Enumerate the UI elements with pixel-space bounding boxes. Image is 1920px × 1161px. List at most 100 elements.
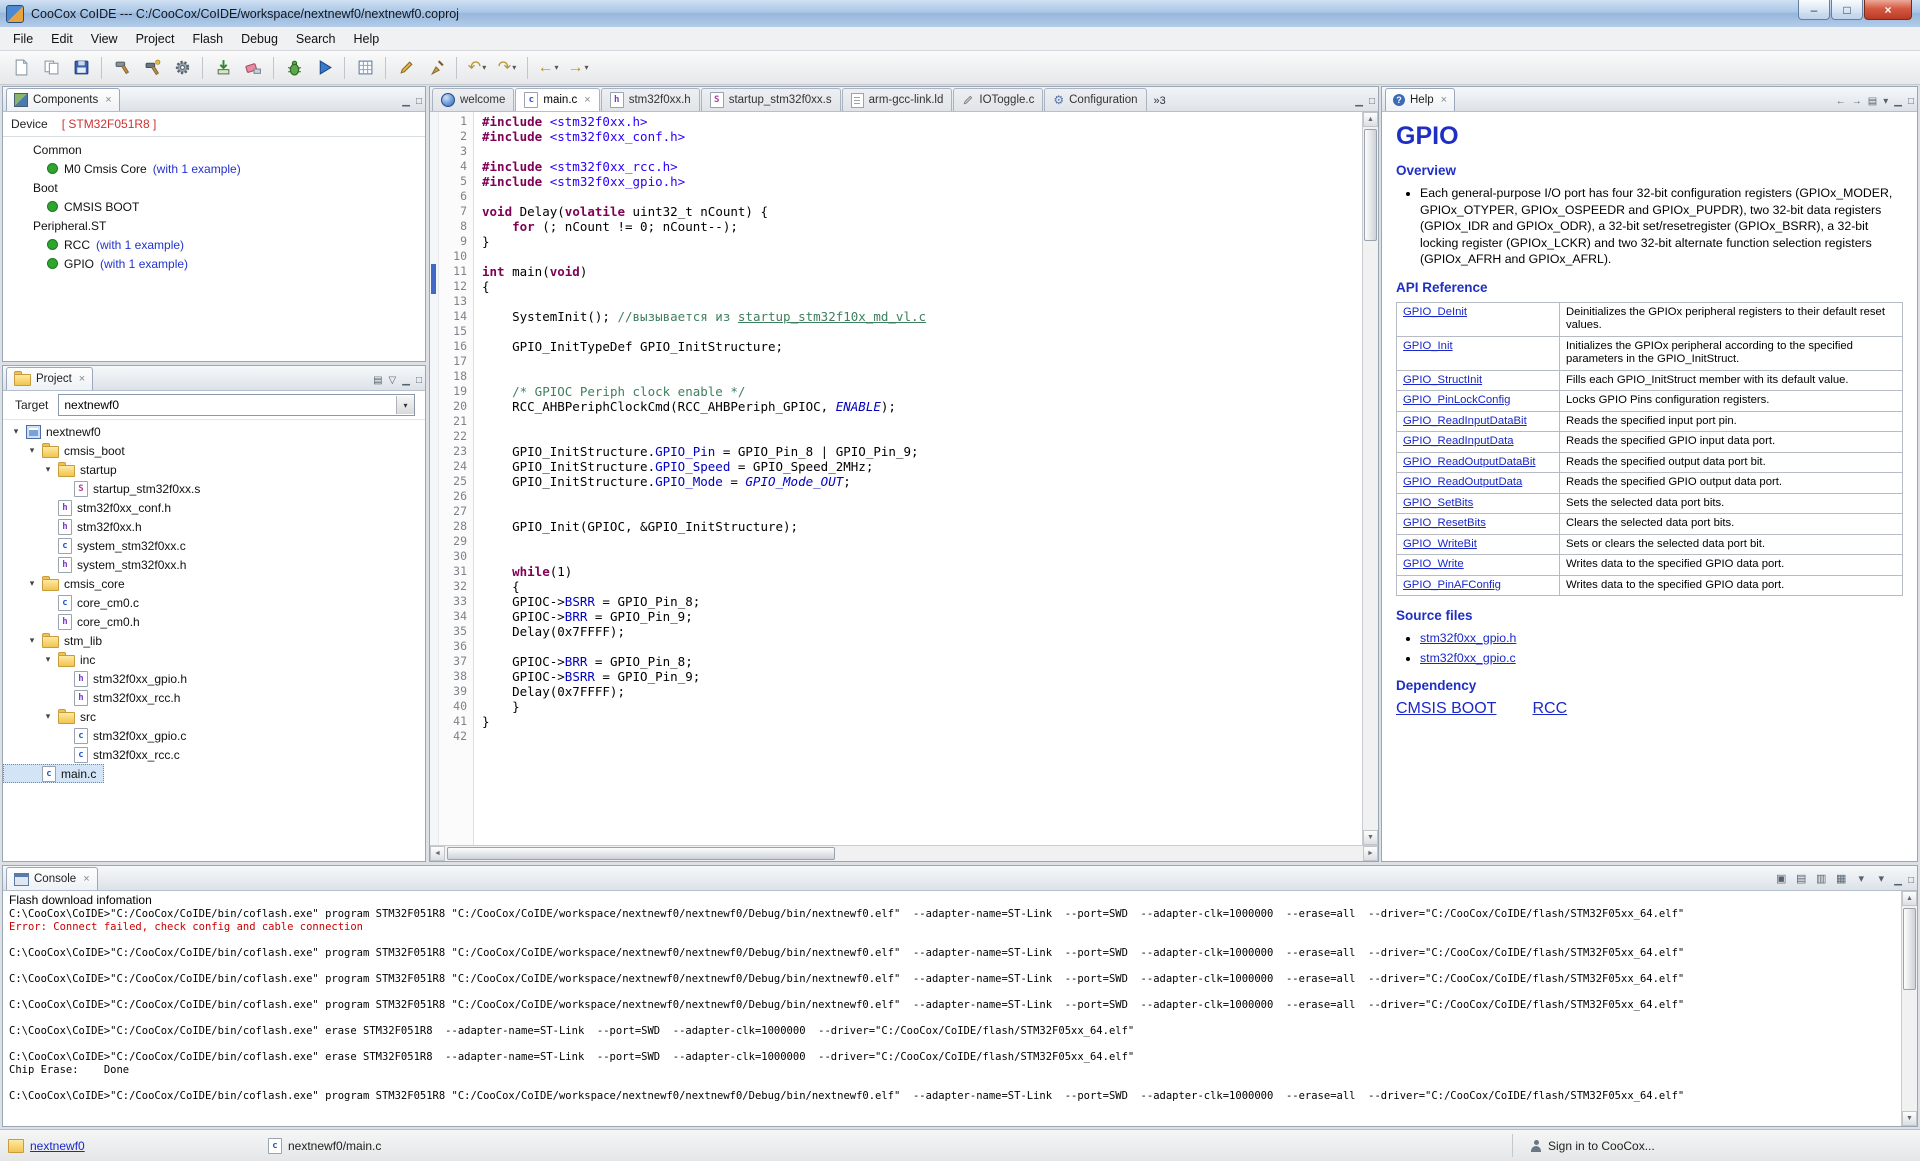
- project-tree-item[interactable]: ▾cmsis_boot: [3, 441, 425, 460]
- code-line[interactable]: }: [482, 714, 1362, 729]
- dependency-link[interactable]: RCC: [1532, 700, 1567, 717]
- project-tree-item[interactable]: ccore_cm0.c: [3, 593, 425, 612]
- maximize-icon[interactable]: □: [1369, 97, 1375, 107]
- code-line[interactable]: [482, 369, 1362, 384]
- menu-item-view[interactable]: View: [82, 29, 127, 49]
- code-line[interactable]: void Delay(volatile uint32_t nCount) {: [482, 204, 1362, 219]
- maximize-window-button[interactable]: □: [1831, 0, 1863, 20]
- project-tree-item[interactable]: hstm32f0xx_gpio.h: [3, 669, 425, 688]
- editor-tab-stm32f0xx-h[interactable]: hstm32f0xx.h: [601, 88, 700, 111]
- api-function-link[interactable]: GPIO_SetBits: [1403, 497, 1473, 509]
- project-tree-item[interactable]: cstm32f0xx_rcc.c: [3, 745, 425, 764]
- scroll-up-icon[interactable]: ▲: [1902, 891, 1917, 906]
- api-function-link[interactable]: GPIO_ReadOutputDataBit: [1403, 456, 1536, 468]
- components-tab[interactable]: Components ×: [6, 88, 120, 111]
- scroll-track[interactable]: [1363, 127, 1378, 830]
- project-tree-item[interactable]: cmain.c: [3, 764, 104, 783]
- maximize-icon[interactable]: □: [1908, 97, 1914, 107]
- scroll-thumb[interactable]: [447, 847, 835, 860]
- related-topics-icon[interactable]: ▤: [1868, 97, 1877, 107]
- view-menu-icon[interactable]: ▽: [389, 376, 397, 386]
- console-settings-icon[interactable]: ▦: [1832, 869, 1850, 887]
- code-line[interactable]: GPIOC->BRR = GPIO_Pin_9;: [482, 609, 1362, 624]
- code-line[interactable]: {: [482, 279, 1362, 294]
- close-icon[interactable]: ×: [1441, 94, 1447, 106]
- editor-tab-configuration[interactable]: ⚙Configuration: [1044, 88, 1146, 111]
- component-example-link[interactable]: (with 1 example): [100, 257, 188, 271]
- menu-item-edit[interactable]: Edit: [42, 29, 82, 49]
- menu-item-flash[interactable]: Flash: [183, 29, 232, 49]
- code-line[interactable]: GPIO_Init(GPIOC, &GPIO_InitStructure);: [482, 519, 1362, 534]
- code-line[interactable]: [482, 294, 1362, 309]
- pin-console-icon[interactable]: ▥: [1812, 869, 1830, 887]
- close-icon[interactable]: ×: [584, 94, 590, 106]
- maximize-icon[interactable]: □: [416, 376, 422, 386]
- source-file-link[interactable]: stm32f0xx_gpio.c: [1420, 651, 1516, 665]
- scroll-up-icon[interactable]: ▲: [1363, 112, 1378, 127]
- editor-tab-welcome[interactable]: welcome: [432, 88, 514, 111]
- code-line[interactable]: GPIOC->BSRR = GPIO_Pin_8;: [482, 594, 1362, 609]
- close-icon[interactable]: ×: [83, 873, 89, 885]
- code-line[interactable]: SystemInit(); //вызывается из startup_st…: [482, 309, 1362, 324]
- statusbar-project-link[interactable]: nextnewf0: [30, 1139, 85, 1153]
- editor-vertical-scrollbar[interactable]: ▲ ▼: [1362, 112, 1378, 845]
- code-line[interactable]: GPIO_InitStructure.GPIO_Pin = GPIO_Pin_8…: [482, 444, 1362, 459]
- redo-button[interactable]: ↷▾: [493, 54, 521, 82]
- code-line[interactable]: for (; nCount != 0; nCount--);: [482, 219, 1362, 234]
- code-line[interactable]: [482, 489, 1362, 504]
- clear-console-icon[interactable]: ▣: [1772, 869, 1790, 887]
- code-line[interactable]: {: [482, 579, 1362, 594]
- code-line[interactable]: #include <stm32f0xx_conf.h>: [482, 129, 1362, 144]
- statusbar-project[interactable]: nextnewf0: [8, 1130, 85, 1161]
- code-line[interactable]: GPIO_InitStructure.GPIO_Mode = GPIO_Mode…: [482, 474, 1362, 489]
- memory-view-button[interactable]: [351, 54, 379, 82]
- api-function-link[interactable]: GPIO_PinAFConfig: [1403, 579, 1501, 591]
- project-tree-item[interactable]: csystem_stm32f0xx.c: [3, 536, 425, 555]
- expander-icon[interactable]: ▾: [11, 426, 21, 437]
- code-line[interactable]: [482, 144, 1362, 159]
- project-tree-item[interactable]: ▾cmsis_core: [3, 574, 425, 593]
- component-example-link[interactable]: (with 1 example): [153, 162, 241, 176]
- expander-icon[interactable]: ▾: [27, 635, 37, 646]
- save-button[interactable]: [67, 54, 95, 82]
- scroll-track[interactable]: [445, 846, 1363, 861]
- scroll-left-icon[interactable]: ◄: [430, 846, 445, 861]
- project-tree-item[interactable]: Sstartup_stm32f0xx.s: [3, 479, 425, 498]
- menu-item-debug[interactable]: Debug: [232, 29, 287, 49]
- editor-tab-iotoggle-c[interactable]: IOToggle.c: [953, 88, 1043, 111]
- code-area[interactable]: #include <stm32f0xx.h>#include <stm32f0x…: [474, 112, 1362, 845]
- component-group-peripheral-st[interactable]: Peripheral.ST: [3, 216, 425, 235]
- api-function-link[interactable]: GPIO_PinLockConfig: [1403, 394, 1510, 406]
- clean-button[interactable]: [422, 54, 450, 82]
- project-tree-item[interactable]: ▾stm_lib: [3, 631, 425, 650]
- close-icon[interactable]: ×: [105, 94, 111, 106]
- display-console-icon[interactable]: ▾: [1852, 869, 1870, 887]
- menu-item-search[interactable]: Search: [287, 29, 345, 49]
- start-debug-button[interactable]: [280, 54, 308, 82]
- scroll-thumb[interactable]: [1364, 129, 1377, 241]
- run-button[interactable]: [310, 54, 338, 82]
- component-example-link[interactable]: (with 1 example): [96, 238, 184, 252]
- code-line[interactable]: int main(void): [482, 264, 1362, 279]
- project-tree-item[interactable]: ▾startup: [3, 460, 425, 479]
- code-line[interactable]: #include <stm32f0xx_rcc.h>: [482, 159, 1362, 174]
- api-function-link[interactable]: GPIO_ReadOutputData: [1403, 476, 1522, 488]
- code-line[interactable]: [482, 534, 1362, 549]
- api-function-link[interactable]: GPIO_Init: [1403, 340, 1453, 352]
- edit-config-button[interactable]: [392, 54, 420, 82]
- project-tree-item[interactable]: ▾nextnewf0: [3, 422, 425, 441]
- close-window-button[interactable]: ×: [1864, 0, 1912, 20]
- api-function-link[interactable]: GPIO_ReadInputDataBit: [1403, 415, 1527, 427]
- expander-icon[interactable]: ▾: [27, 578, 37, 589]
- back-button[interactable]: ←▾: [534, 54, 562, 82]
- expander-icon[interactable]: ▾: [43, 654, 53, 665]
- editor-horizontal-scrollbar[interactable]: ◄ ►: [430, 845, 1378, 861]
- project-tree-item[interactable]: hstm32f0xx_conf.h: [3, 498, 425, 517]
- api-function-link[interactable]: GPIO_WriteBit: [1403, 538, 1477, 550]
- code-line[interactable]: [482, 639, 1362, 654]
- open-console-icon[interactable]: ▾: [1872, 869, 1890, 887]
- close-icon[interactable]: ×: [79, 373, 85, 385]
- project-tree-item[interactable]: hstm32f0xx.h: [3, 517, 425, 536]
- forward-button[interactable]: →▾: [564, 54, 592, 82]
- new-project-button[interactable]: [37, 54, 65, 82]
